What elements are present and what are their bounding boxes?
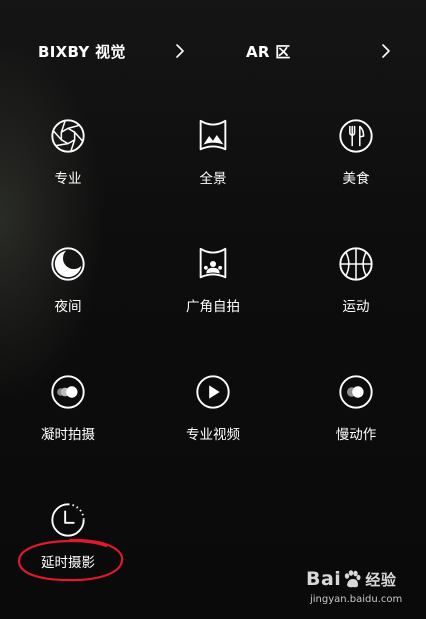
mode-panorama[interactable]: 全景 — [158, 117, 268, 197]
camera-mode-screen: BIXBY 视觉 AR 区 专业 全景 美食 夜间 广角自拍 运动 凝时拍摄 专… — [0, 0, 426, 619]
watermark-url: jingyan.baidu.com — [310, 594, 403, 605]
super-slow-icon — [51, 375, 85, 409]
mode-food[interactable]: 美食 — [301, 117, 411, 197]
mode-slow-motion[interactable]: 慢动作 — [301, 373, 411, 453]
chevron-right-icon — [382, 44, 390, 58]
mode-label: 专业视频 — [186, 427, 240, 443]
mode-label: 凝时拍摄 — [41, 427, 95, 443]
mode-wide-selfie[interactable]: 广角自拍 — [158, 245, 268, 325]
chevron-right-icon — [176, 44, 184, 58]
baidu-jingyan-watermark: Bai 经验 jingyan.baidu.com — [306, 566, 418, 614]
mode-label: 慢动作 — [335, 427, 377, 443]
baidu-paw-logo-icon — [345, 570, 361, 588]
mode-label: 专业 — [54, 171, 82, 187]
watermark-brand-left: Bai — [306, 568, 342, 590]
mode-label: 运动 — [342, 299, 370, 315]
mode-label: 全景 — [199, 171, 227, 187]
mode-night[interactable]: 夜间 — [13, 245, 123, 325]
timer-icon — [51, 503, 85, 537]
mode-sports[interactable]: 运动 — [301, 245, 411, 325]
mode-super-slow-mo[interactable]: 凝时拍摄 — [13, 373, 123, 453]
basketball-icon — [339, 247, 373, 281]
fork-knife-icon — [339, 119, 373, 153]
bixby-vision-label: BIXBY 视觉 — [38, 42, 126, 61]
mode-pro-video[interactable]: 专业视频 — [158, 373, 268, 453]
mode-pro[interactable]: 专业 — [13, 117, 123, 197]
panorama-icon — [199, 119, 227, 151]
watermark-brand: Bai 经验 — [306, 568, 396, 590]
slow-motion-icon — [339, 375, 373, 409]
mode-label: 美食 — [342, 171, 370, 187]
aperture-icon — [51, 119, 85, 153]
bixby-vision-link[interactable]: BIXBY 视觉 — [38, 36, 186, 66]
moon-icon — [51, 247, 85, 281]
watermark-brand-right: 经验 — [365, 570, 397, 589]
ar-zone-label: AR 区 — [246, 42, 291, 61]
mode-label: 广角自拍 — [186, 299, 240, 315]
top-links: BIXBY 视觉 AR 区 — [0, 36, 426, 66]
wide-selfie-icon — [199, 247, 227, 279]
play-icon — [196, 375, 230, 409]
mode-label: 夜间 — [54, 299, 82, 315]
ar-zone-link[interactable]: AR 区 — [246, 36, 392, 66]
red-circle-annotation — [17, 538, 124, 582]
